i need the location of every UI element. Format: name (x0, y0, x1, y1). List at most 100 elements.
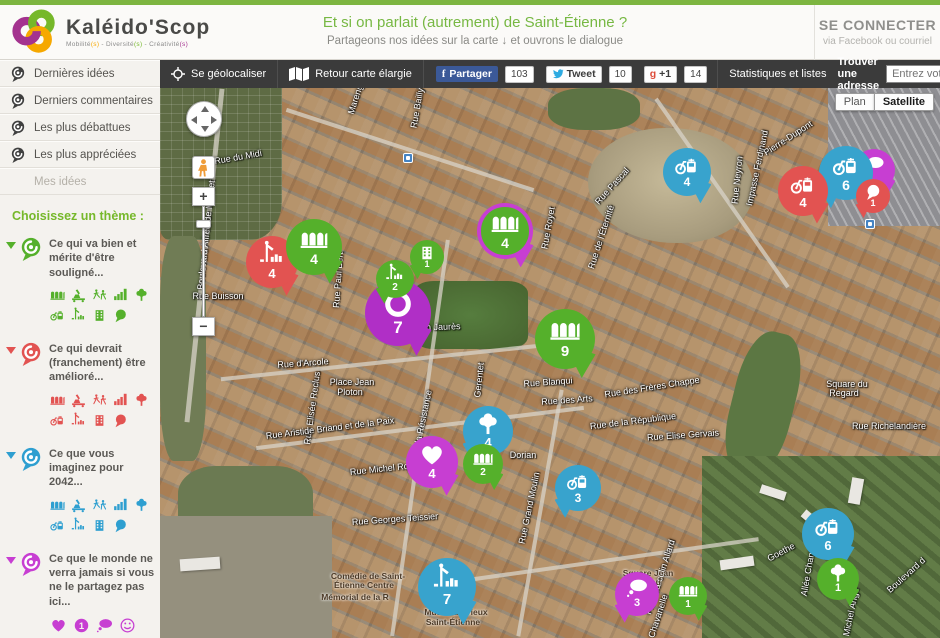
tree-icon[interactable] (133, 392, 150, 409)
address-input[interactable] (886, 65, 940, 83)
idea-marker-transport-3[interactable]: 3 (555, 465, 601, 511)
zoom-in-button[interactable]: + (192, 187, 215, 206)
factory-icon[interactable] (112, 287, 129, 304)
idea-marker-fence-4[interactable]: 4 (477, 203, 533, 259)
sport-icon[interactable] (91, 392, 108, 409)
idea-marker-balloon-1[interactable]: 1 (856, 179, 890, 213)
crane-icon[interactable] (70, 307, 87, 324)
works-icon[interactable] (70, 392, 87, 409)
transport-icon[interactable] (49, 307, 66, 324)
pan-up-icon[interactable] (201, 106, 209, 112)
idea-marker-tree-1[interactable]: 1 (817, 558, 859, 600)
building-icon[interactable] (91, 307, 108, 324)
sidebar-item-dernieres-idees[interactable]: Dernières idées (0, 60, 160, 87)
idea-marker-transport-4[interactable]: 4 (663, 148, 711, 196)
transit-station-icon[interactable] (403, 153, 413, 163)
logo-tagline-part: - Diversité (99, 41, 134, 48)
chevron-down-icon[interactable] (6, 347, 16, 354)
factory-icon[interactable] (112, 392, 129, 409)
transit-station-icon[interactable] (865, 219, 875, 229)
transport-icon[interactable] (49, 517, 66, 534)
chevron-down-icon[interactable] (6, 452, 16, 459)
crane-icon[interactable] (70, 412, 87, 429)
idea-marker-fence-4[interactable]: 4 (286, 219, 342, 275)
idea-marker-building-1[interactable]: 1 (410, 240, 444, 274)
speech-bubble-icon (10, 93, 26, 109)
factory-icon[interactable] (112, 497, 129, 514)
thought-icon[interactable] (95, 616, 114, 635)
theme-filter-3[interactable]: Ce que le monde ne verra jamais si vous … (0, 544, 160, 638)
sidebar-item-label: Les plus débattues (34, 122, 131, 134)
sidebar-item-plus-debattues[interactable]: Les plus débattues (0, 114, 160, 141)
page-subtitle: Partageons nos idées sur la carte ↓ et o… (240, 35, 710, 47)
sidebar-item-plus-appreciees[interactable]: Les plus appréciées (0, 141, 160, 168)
one-icon[interactable]: 1 (72, 616, 91, 635)
chevron-down-icon[interactable] (6, 242, 16, 249)
satellite-map[interactable]: MarengoRue BaillyRue du MidiBoulevard Al… (160, 88, 940, 638)
street-label: Rue Georges Teissier (352, 511, 439, 527)
idea-marker-fence-1[interactable]: 1 (669, 577, 707, 615)
zoom-out-button[interactable]: − (192, 317, 215, 336)
marker-count: 3 (615, 597, 659, 609)
map-type-plan-button[interactable]: Plan (835, 93, 874, 111)
address-search-label: Trouver une adresse (837, 56, 879, 92)
idea-marker-transport-6[interactable]: 6 (802, 508, 854, 560)
fence-icon[interactable] (49, 497, 66, 514)
fence-icon[interactable] (49, 392, 66, 409)
idea-marker-thought-3[interactable]: 3 (615, 572, 659, 616)
facebook-icon: f (442, 69, 446, 80)
zoom-slider-handle[interactable] (196, 220, 211, 228)
logo-tagline-part: (s) (180, 41, 188, 48)
building-icon[interactable] (91, 517, 108, 534)
marker-count: 1 (669, 599, 707, 610)
street-label: Rue Bailly (409, 88, 426, 129)
geolocate-label: Se géolocaliser (191, 68, 266, 80)
idea-marker-transport-4[interactable]: 4 (778, 166, 828, 216)
marker-body: 4 (286, 219, 342, 275)
heart-icon[interactable] (49, 616, 68, 635)
sport-icon[interactable] (91, 287, 108, 304)
tree-icon[interactable] (133, 497, 150, 514)
chevron-down-icon[interactable] (6, 557, 16, 564)
header-titles: Et si on parlait (autrement) de Saint-Ét… (240, 14, 710, 47)
tree-icon[interactable] (133, 287, 150, 304)
street-label: Dorian (510, 450, 537, 460)
balloon-icon[interactable] (112, 307, 129, 324)
facebook-share-button[interactable]: f Partager (436, 66, 498, 82)
idea-marker-crane-7[interactable]: 7 (418, 558, 476, 616)
theme-filter-2[interactable]: Ce que vous imaginez pour 2042... (0, 439, 160, 544)
sidebar-item-mes-idees[interactable]: Mes idées (0, 168, 160, 195)
sport-icon[interactable] (91, 497, 108, 514)
map-gray-southwest (160, 516, 332, 638)
theme-list: Ce qui va bien et mérite d'être souligné… (0, 229, 160, 638)
login-button[interactable]: SE CONNECTER via Facebook ou courriel (814, 5, 940, 60)
idea-marker-heart-4[interactable]: 4 (406, 436, 458, 488)
tweet-button[interactable]: Tweet (546, 66, 602, 83)
pan-down-icon[interactable] (201, 126, 209, 132)
logo[interactable]: Kaléido'Scop Mobilité(s) - Diversité(s) … (10, 9, 210, 55)
smiley-icon[interactable] (118, 616, 137, 635)
gplus-button[interactable]: g+1 (644, 66, 677, 83)
map-pan-control[interactable] (186, 101, 222, 137)
works-icon[interactable] (70, 497, 87, 514)
idea-marker-crane-2[interactable]: 2 (376, 260, 414, 298)
pan-left-icon[interactable] (191, 116, 197, 124)
idea-marker-fence-9[interactable]: 9 (535, 309, 595, 369)
transport-icon[interactable] (49, 412, 66, 429)
crane-icon[interactable] (70, 517, 87, 534)
stats-button[interactable]: Statistiques et listes (717, 60, 837, 88)
sidebar-item-derniers-commentaires[interactable]: Derniers commentaires (0, 87, 160, 114)
theme-filter-1[interactable]: Ce qui devrait (franchement) être amélio… (0, 334, 160, 439)
balloon-icon[interactable] (112, 412, 129, 429)
balloon-icon[interactable] (112, 517, 129, 534)
idea-marker-fence-2[interactable]: 2 (463, 444, 503, 484)
pegman-control[interactable] (192, 156, 215, 179)
theme-filter-0[interactable]: Ce qui va bien et mérite d'être souligné… (0, 229, 160, 334)
back-to-map-button[interactable]: Retour carte élargie (278, 60, 424, 88)
geolocate-button[interactable]: Se géolocaliser (160, 60, 278, 88)
building-icon[interactable] (91, 412, 108, 429)
fence-icon[interactable] (49, 287, 66, 304)
works-icon[interactable] (70, 287, 87, 304)
pan-right-icon[interactable] (211, 116, 217, 124)
map-type-satellite-button[interactable]: Satellite (874, 93, 934, 111)
